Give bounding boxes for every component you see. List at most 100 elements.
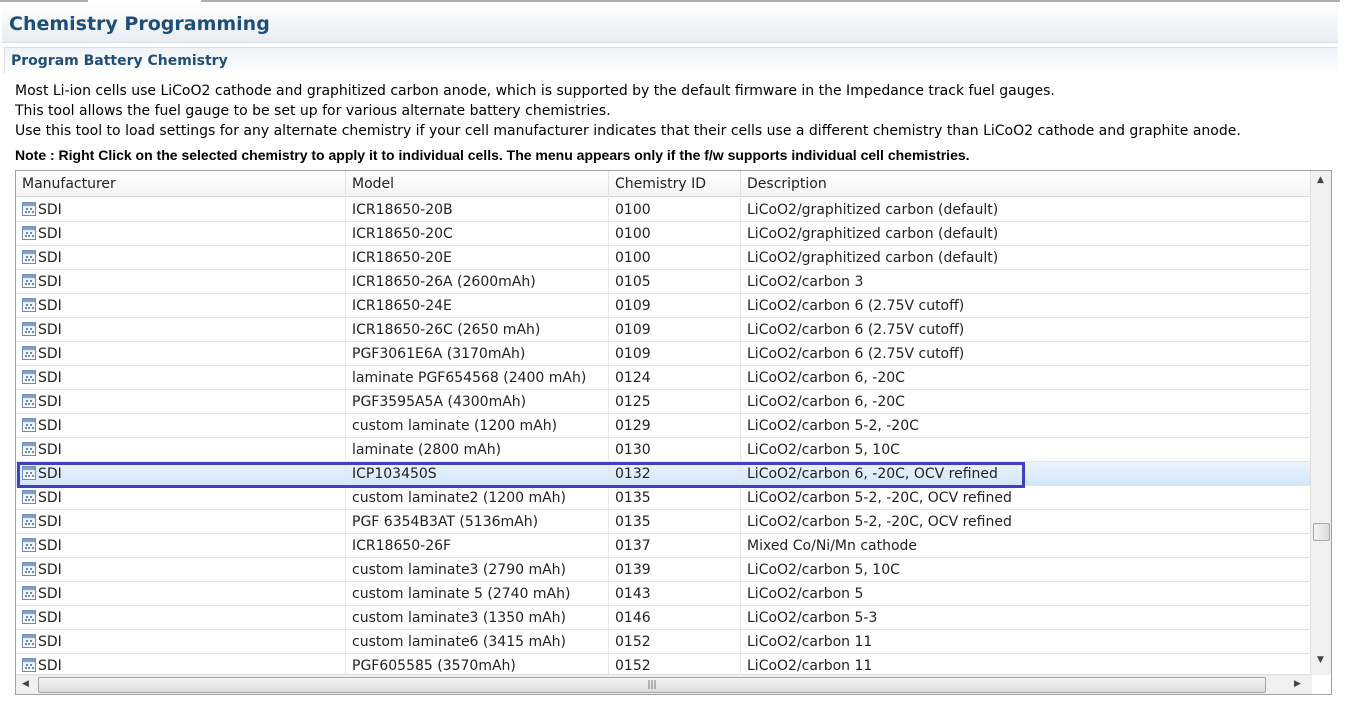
description-cell: LiCoO2/carbon 6, -20C [741, 366, 1310, 390]
cell-text: 0130 [615, 442, 651, 458]
manufacturer-cell: SDI [16, 222, 346, 246]
chemistry-item-icon [22, 514, 36, 528]
table-row[interactable]: SDI custom laminate 5 (2740 mAh) 0143 LiCoO… [16, 582, 1310, 606]
column-header-description[interactable]: Description [741, 171, 1310, 197]
cell-text: Mixed Co/Ni/Mn cathode [747, 538, 918, 554]
scroll-right-icon[interactable]: ▶ [1294, 679, 1301, 689]
cell-text: 0135 [615, 514, 651, 530]
manufacturer-cell: SDI [16, 198, 346, 222]
cell-text: 0100 [615, 250, 651, 266]
chemistry-item-icon [22, 202, 36, 216]
horizontal-scrollbar[interactable]: ◀ ||| ▶ [16, 674, 1312, 694]
chemistry-item-icon [22, 490, 36, 504]
cell-text: LiCoO2/carbon 6 (2.75V cutoff) [747, 322, 965, 338]
cell-text: 0100 [615, 202, 651, 218]
description-cell: LiCoO2/carbon 6 (2.75V cutoff) [741, 294, 1310, 318]
scroll-left-icon[interactable]: ◀ [22, 679, 29, 689]
model-cell: custom laminate (1200 mAh) [346, 414, 609, 438]
cell-text: SDI [38, 346, 62, 362]
description-cell: LiCoO2/graphitized carbon (default) [741, 222, 1310, 246]
note-text: Note : Right Click on the selected chemi… [15, 147, 970, 163]
table-row[interactable]: SDI ICR18650-20B 0100 LiCoO2/graphitized ca… [16, 198, 1310, 222]
cell-text: SDI [38, 586, 62, 602]
manufacturer-cell: SDI [16, 582, 346, 606]
cell-text: custom laminate (1200 mAh) [352, 418, 558, 434]
manufacturer-cell: SDI [16, 534, 346, 558]
vertical-scroll-thumb[interactable] [1313, 523, 1330, 541]
table-row[interactable]: SDI ICR18650-20C 0100 LiCoO2/graphitized ca… [16, 222, 1310, 246]
model-cell: ICR18650-26F [346, 534, 609, 558]
column-header-model[interactable]: Model [346, 171, 609, 197]
table-row[interactable]: SDI PGF3061E6A (3170mAh) 0109 LiCoO2/carbon… [16, 342, 1310, 366]
table-row[interactable]: SDI custom laminate3 (1350 mAh) 0146 LiCoO2… [16, 606, 1310, 630]
cell-text: ICR18650-20C [352, 226, 453, 242]
manufacturer-cell: SDI [16, 438, 346, 462]
cell-text: ICR18650-20B [352, 202, 453, 218]
cell-text: LiCoO2/carbon 3 [747, 274, 864, 290]
scroll-up-icon[interactable]: ▲ [1317, 175, 1324, 185]
chemistry-table[interactable]: Manufacturer Model Chemistry ID Descript… [15, 170, 1332, 695]
chemistry-item-icon [22, 634, 36, 648]
description-cell: LiCoO2/carbon 5-3 [741, 606, 1310, 630]
cell-text: SDI [38, 634, 62, 650]
cell-text: PGF 6354B3AT (5136mAh) [352, 514, 539, 530]
table-row[interactable]: SDI PGF3595A5A (4300mAh) 0125 LiCoO2/carbon… [16, 390, 1310, 414]
table-row[interactable]: SDI laminate (2800 mAh) 0130 LiCoO2/carbon … [16, 438, 1310, 462]
table-row[interactable]: SDI ICR18650-26A (2600mAh) 0105 LiCoO2/carb… [16, 270, 1310, 294]
cell-text: SDI [38, 538, 62, 554]
cell-text: laminate (2800 mAh) [352, 442, 502, 458]
manufacturer-cell: SDI [16, 294, 346, 318]
chemistry-id-cell: 0135 [609, 510, 741, 534]
table-row[interactable]: SDI PGF 6354B3AT (5136mAh) 0135 LiCoO2/carb… [16, 510, 1310, 534]
scroll-down-icon[interactable]: ▼ [1317, 655, 1324, 665]
horizontal-scroll-thumb[interactable]: ||| [38, 677, 1266, 693]
table-row[interactable]: SDI custom laminate2 (1200 mAh) 0135 LiCoO2… [16, 486, 1310, 510]
cell-text: 0109 [615, 346, 651, 362]
cell-text: 0143 [615, 586, 651, 602]
cell-text: ICR18650-26C (2650 mAh) [352, 322, 541, 338]
table-row[interactable]: SDI custom laminate3 (2790 mAh) 0139 LiCoO2… [16, 558, 1310, 582]
table-row[interactable]: SDI custom laminate6 (3415 mAh) 0152 LiCoO2… [16, 630, 1310, 654]
model-cell: custom laminate3 (2790 mAh) [346, 558, 609, 582]
description-cell: LiCoO2/carbon 3 [741, 270, 1310, 294]
section-title: Program Battery Chemistry [11, 53, 228, 69]
cell-text: 0109 [615, 298, 651, 314]
cell-text: LiCoO2/carbon 5 [747, 586, 864, 602]
vertical-scrollbar[interactable]: ▲ ▼ [1310, 171, 1331, 675]
model-cell: ICR18650-26A (2600mAh) [346, 270, 609, 294]
model-cell: ICR18650-20E [346, 246, 609, 270]
description-cell: LiCoO2/graphitized carbon (default) [741, 246, 1310, 270]
description-line: Most Li-ion cells use LiCoO2 cathode and… [15, 83, 1055, 99]
chemistry-item-icon [22, 250, 36, 264]
manufacturer-cell: SDI [16, 606, 346, 630]
table-row[interactable]: SDI custom laminate (1200 mAh) 0129 LiCoO2/… [16, 414, 1310, 438]
cell-text: SDI [38, 226, 62, 242]
cell-text: SDI [38, 562, 62, 578]
cell-text: LiCoO2/carbon 6, -20C [747, 370, 905, 386]
table-row[interactable]: SDI laminate PGF654568 (2400 mAh) 0124 LiCo… [16, 366, 1310, 390]
cell-text: ICR18650-26F [352, 538, 452, 554]
model-cell: custom laminate3 (1350 mAh) [346, 606, 609, 630]
cell-text: 0100 [615, 226, 651, 242]
page-header: Chemistry Programming [2, 3, 1338, 43]
manufacturer-cell: SDI [16, 318, 346, 342]
chemistry-id-cell: 0143 [609, 582, 741, 606]
column-header-chemistry-id[interactable]: Chemistry ID [609, 171, 741, 197]
chemistry-id-cell: 0109 [609, 342, 741, 366]
chemistry-id-cell: 0146 [609, 606, 741, 630]
table-row[interactable]: SDI ICR18650-20E 0100 LiCoO2/graphitized ca… [16, 246, 1310, 270]
cell-text: LiCoO2/carbon 5-2, -20C, OCV refined [747, 514, 1012, 530]
table-row[interactable]: SDI ICR18650-24E 0109 LiCoO2/carbon 6 (2.75… [16, 294, 1310, 318]
chemistry-id-cell: 0139 [609, 558, 741, 582]
cell-text: custom laminate3 (2790 mAh) [352, 562, 567, 578]
table-row[interactable]: SDI ICR18650-26C (2650 mAh) 0109 LiCoO2/car… [16, 318, 1310, 342]
model-cell: PGF3595A5A (4300mAh) [346, 390, 609, 414]
chemistry-id-cell: 0109 [609, 318, 741, 342]
cell-text: PGF3595A5A (4300mAh) [352, 394, 527, 410]
cell-text: 0105 [615, 274, 651, 290]
cell-text: SDI [38, 394, 62, 410]
table-row[interactable]: SDI ICR18650-26F 0137 Mixed Co/Ni/Mn cathod… [16, 534, 1310, 558]
chemistry-item-icon [22, 346, 36, 360]
cell-text: LiCoO2/carbon 5, 10C [747, 442, 900, 458]
column-header-manufacturer[interactable]: Manufacturer [16, 171, 346, 197]
